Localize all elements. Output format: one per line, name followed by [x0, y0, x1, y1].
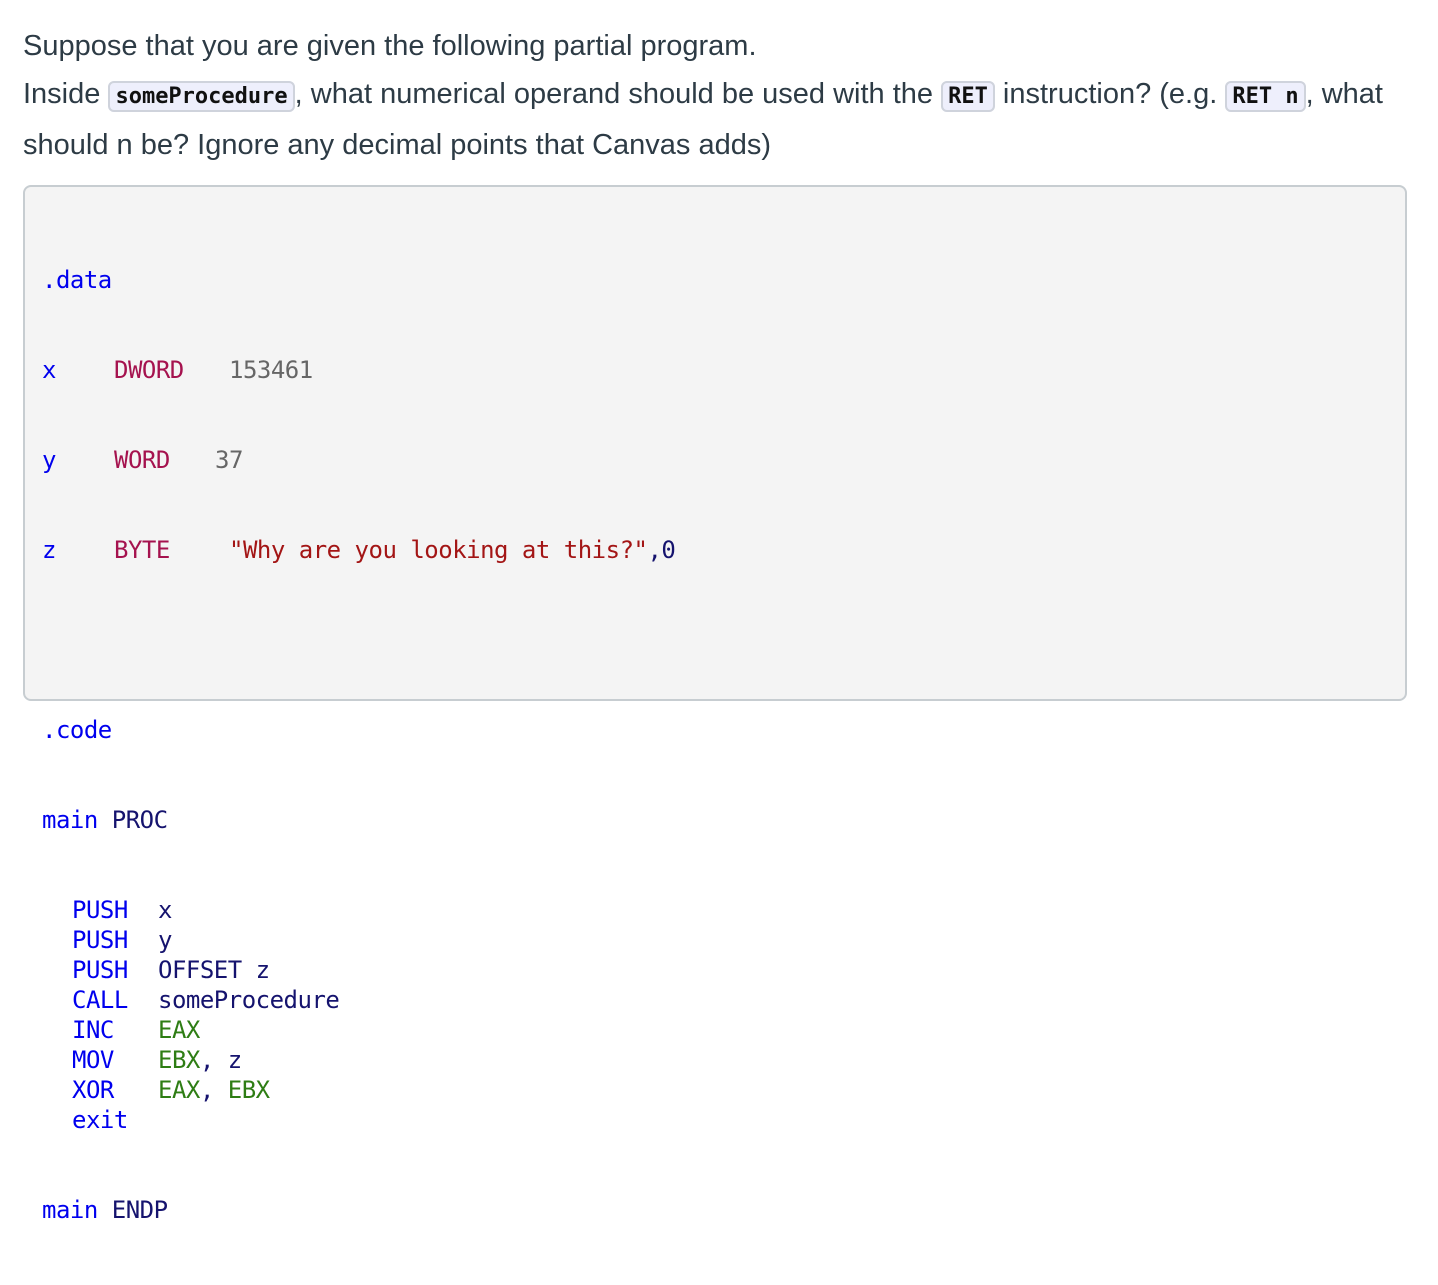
inline-code-someprocedure: someProcedure [108, 81, 295, 112]
code-line-var: x DWORD 153461 [42, 355, 313, 385]
question-line-1: Suppose that you are given the following… [23, 30, 757, 62]
instruction-line: PUSH OFFSET z [42, 955, 270, 985]
operand: , z [199, 1046, 242, 1074]
proc-name: main [42, 806, 98, 834]
instruction-opcode: CALL [72, 986, 128, 1014]
var-type: DWORD [114, 356, 184, 384]
instruction-opcode: exit [72, 1106, 128, 1134]
var-type: BYTE [114, 536, 170, 564]
instruction-opcode: PUSH [72, 896, 128, 924]
register-operand: EAX [158, 1076, 200, 1104]
instruction-operands: someProcedure [158, 985, 340, 1015]
instruction-opcode: XOR [72, 1076, 114, 1104]
proc-name: main [42, 1196, 98, 1224]
question-text: Suppose that you are given the following… [23, 22, 1403, 169]
var-value: 153461 [229, 356, 313, 384]
var-suffix: ,0 [647, 536, 676, 564]
proc-keyword: PROC [111, 806, 168, 834]
var-name: y [42, 446, 56, 474]
instruction-operands: y [158, 925, 172, 955]
operand: someProcedure [158, 986, 340, 1014]
instruction-opcode: PUSH [72, 956, 128, 984]
operand: , [199, 1076, 228, 1104]
code-directive: .code [42, 716, 112, 744]
code-lines: .data x DWORD 153461 y WORD 37 z BYTE "Why are… [42, 205, 676, 1285]
instruction-list: PUSH x PUSH y PUSH OFFSET z CALL someProcedure I… [42, 895, 340, 1135]
instruction-line: XOR EAX, EBX [42, 1075, 270, 1105]
register-operand: EBX [158, 1046, 200, 1074]
instruction-operands: EAX [158, 1015, 200, 1045]
code-line-code-directive: .code [42, 715, 168, 745]
operand: OFFSET z [158, 956, 270, 984]
instruction-operands: OFFSET z [158, 955, 270, 985]
inline-code-ret-n: RET n [1225, 81, 1306, 112]
code-line-var: y WORD 37 [42, 445, 243, 475]
question-line-2: Inside someProcedure, what numerical ope… [23, 70, 1403, 169]
register-operand: EAX [158, 1016, 200, 1044]
proc-keyword: ENDP [111, 1196, 168, 1224]
var-value: "Why are you looking at this?" [229, 536, 648, 564]
code-block: .data x DWORD 153461 y WORD 37 z BYTE "Why are… [23, 185, 1407, 1224]
instruction-line: exit [42, 1105, 168, 1135]
instruction-operands: x [158, 895, 172, 925]
operand: y [158, 926, 172, 954]
instruction-line: CALL someProcedure [42, 985, 340, 1015]
inline-code-ret: RET [941, 81, 995, 112]
code-line-var: z BYTE "Why are you looking at this?",0 [42, 535, 676, 565]
var-name: x [42, 356, 56, 384]
instruction-operands: EAX, EBX [158, 1075, 270, 1105]
code-line-proc-end: main ENDP [42, 1195, 168, 1225]
instruction-opcode: MOV [72, 1046, 114, 1074]
var-value: 37 [215, 446, 243, 474]
data-directive: .data [42, 266, 112, 294]
instruction-opcode: PUSH [72, 926, 128, 954]
text-fragment: instruction? (e.g. [994, 78, 1226, 110]
instruction-line: INC EAX [42, 1015, 200, 1045]
var-type: WORD [114, 446, 170, 474]
var-name: z [42, 536, 56, 564]
code-line-proc-start: main PROC [42, 805, 168, 835]
operand: x [158, 896, 172, 924]
code-line-data-directive: .data [42, 265, 168, 295]
instruction-line: PUSH x [42, 895, 172, 925]
instruction-line: MOV EBX, z [42, 1045, 242, 1075]
text-fragment: , what numerical operand should be used … [294, 78, 942, 110]
register-operand: EBX [227, 1076, 270, 1104]
instruction-opcode: INC [72, 1016, 114, 1044]
text-fragment: Inside [23, 78, 109, 110]
instruction-operands: EBX, z [158, 1045, 242, 1075]
instruction-line: PUSH y [42, 925, 172, 955]
